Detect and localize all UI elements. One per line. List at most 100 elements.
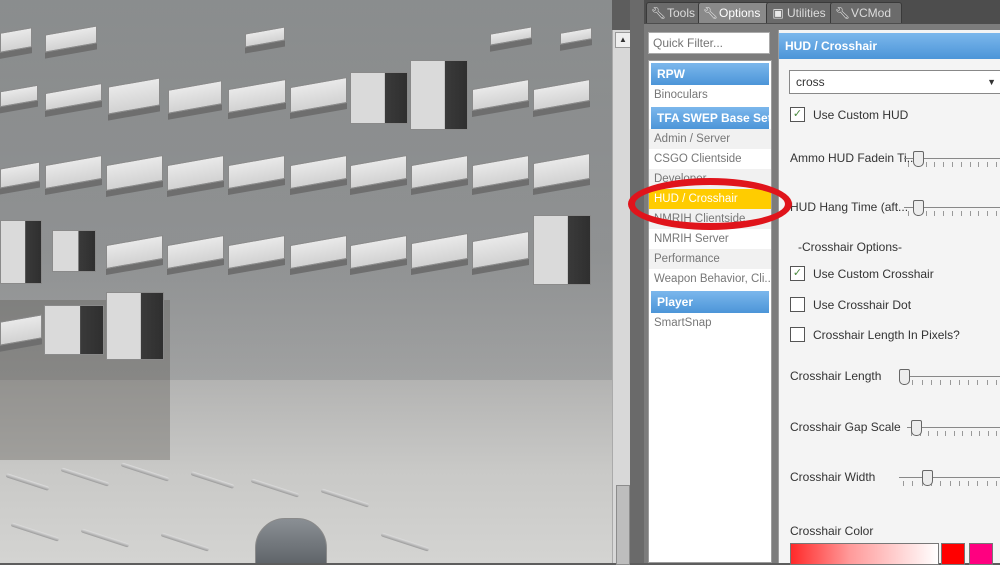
ammo-hud-fadein-slider[interactable] [904, 149, 1000, 169]
hud-hang-time-slider[interactable] [904, 198, 1000, 218]
preset-dropdown[interactable]: cross ▼ [789, 70, 1000, 94]
category-item-binoculars[interactable]: Binoculars [649, 85, 771, 105]
slider-tick [987, 481, 988, 486]
crosshair-gap-scale-label: Crosshair Gap Scale [790, 420, 901, 434]
scroll-thumb[interactable] [616, 485, 630, 565]
game-viewport[interactable] [0, 0, 612, 563]
category-column: RPW Binoculars TFA SWEP Base Sett... Adm… [648, 30, 774, 563]
slider-tick [977, 380, 978, 385]
scroll-up-arrow-icon[interactable]: ▲ [615, 32, 631, 48]
prop[interactable] [255, 518, 327, 563]
slider-tick [954, 431, 955, 436]
tab-vcmod[interactable]: 🔧︎VCMod [830, 2, 902, 23]
slider-tick [961, 162, 962, 167]
prop[interactable] [350, 72, 408, 124]
hud-hang-time-label: HUD Hang Time (aft... [790, 200, 909, 214]
crosshair-length-pixels-label: Crosshair Length In Pixels? [813, 328, 960, 342]
slider-knob[interactable] [913, 151, 924, 167]
tab-tools[interactable]: 🔧︎Tools [646, 2, 702, 23]
chevron-down-icon: ▼ [987, 77, 996, 87]
slider-tick [903, 481, 904, 486]
slider-tick [968, 481, 969, 486]
slider-tick [962, 431, 963, 436]
slider-tick [950, 380, 951, 385]
slider-tick [945, 431, 946, 436]
slider-tick [937, 431, 938, 436]
slider-tick [908, 211, 909, 216]
slider-tick [922, 380, 923, 385]
tab-label: Options [719, 6, 761, 20]
crosshair-options-heading: -Crosshair Options- [798, 240, 903, 254]
prop[interactable] [533, 215, 591, 285]
slider-tick [987, 211, 988, 216]
slider-knob[interactable] [899, 369, 910, 385]
use-crosshair-dot-checkbox[interactable]: Use Crosshair Dot [790, 297, 912, 313]
category-item-performance[interactable]: Performance [649, 249, 771, 269]
slider-tick [970, 211, 971, 216]
category-item-nmrih-server[interactable]: NMRIH Server [649, 229, 771, 249]
category-item-csgo-clientside[interactable]: CSGO Clientside [649, 149, 771, 169]
use-custom-hud-checkbox[interactable]: ✓ Use Custom HUD [790, 107, 908, 123]
category-header-player[interactable]: Player [651, 291, 769, 313]
slider-tick [988, 431, 989, 436]
slider-track[interactable] [899, 376, 1000, 377]
slider-tick [996, 481, 997, 486]
crosshair-length-pixels-checkbox[interactable]: Crosshair Length In Pixels? [790, 327, 960, 343]
slider-tick [996, 162, 997, 167]
wrench-icon: 🔧︎ [651, 6, 667, 20]
slider-knob[interactable] [913, 200, 924, 216]
slider-tick [912, 481, 913, 486]
slider-tick [908, 162, 909, 167]
slider-tick [931, 380, 932, 385]
slider-tick [959, 380, 960, 385]
slider-tick [987, 380, 988, 385]
slider-tick [979, 431, 980, 436]
viewport-scrollbar[interactable]: ▲ [612, 30, 631, 565]
category-header-rpw[interactable]: RPW [651, 63, 769, 85]
color-swatch-red[interactable] [941, 543, 965, 565]
prop[interactable] [44, 305, 104, 355]
slider-track[interactable] [899, 477, 1000, 478]
utilities-icon: ▣ [772, 6, 784, 20]
slider-tick [968, 380, 969, 385]
tab-options[interactable]: 🔧︎Options [698, 2, 772, 23]
crosshair-length-slider[interactable] [899, 367, 1000, 387]
slider-tick [912, 380, 913, 385]
settings-title: HUD / Crosshair [779, 33, 1000, 59]
prop[interactable] [0, 220, 42, 284]
slider-tick [978, 162, 979, 167]
slider-knob[interactable] [911, 420, 922, 436]
prop[interactable] [52, 230, 96, 272]
slider-tick [996, 211, 997, 216]
preset-value: cross [796, 75, 825, 89]
category-list: RPW Binoculars TFA SWEP Base Sett... Adm… [648, 60, 772, 563]
quick-filter-input[interactable] [648, 32, 770, 54]
checkbox-icon [790, 327, 805, 343]
checkbox-icon [790, 297, 805, 313]
category-item-admin-server[interactable]: Admin / Server [649, 129, 771, 149]
color-swatch-pink[interactable] [969, 543, 993, 565]
slider-tick [934, 162, 935, 167]
crosshair-color-label: Crosshair Color [790, 524, 874, 538]
slider-tick [926, 162, 927, 167]
ammo-hud-fadein-label: Ammo HUD Fadein Ti... [790, 151, 917, 165]
use-custom-crosshair-checkbox[interactable]: ✓ Use Custom Crosshair [790, 266, 934, 282]
prop[interactable] [410, 60, 468, 130]
category-header-tfa[interactable]: TFA SWEP Base Sett... [651, 107, 769, 129]
use-custom-crosshair-label: Use Custom Crosshair [813, 267, 934, 281]
category-item-weapon-behavior[interactable]: Weapon Behavior, Cli... [649, 269, 771, 289]
slider-tick [934, 211, 935, 216]
settings-panel: HUD / Crosshair cross ▼ ✓ Use Custom HUD … [778, 30, 1000, 565]
use-crosshair-dot-label: Use Crosshair Dot [813, 298, 912, 312]
slider-tick [978, 211, 979, 216]
crosshair-width-slider[interactable] [899, 468, 1000, 488]
color-picker-gradient[interactable] [790, 543, 939, 565]
slider-tick [940, 380, 941, 385]
slider-knob[interactable] [922, 470, 933, 486]
prop[interactable] [106, 292, 164, 360]
tab-utilities[interactable]: ▣ Utilities [766, 2, 836, 23]
crosshair-gap-scale-slider[interactable] [907, 418, 1000, 438]
slider-tick [987, 162, 988, 167]
crosshair-width-label: Crosshair Width [790, 470, 876, 484]
category-item-smartsnap[interactable]: SmartSnap [649, 313, 771, 333]
